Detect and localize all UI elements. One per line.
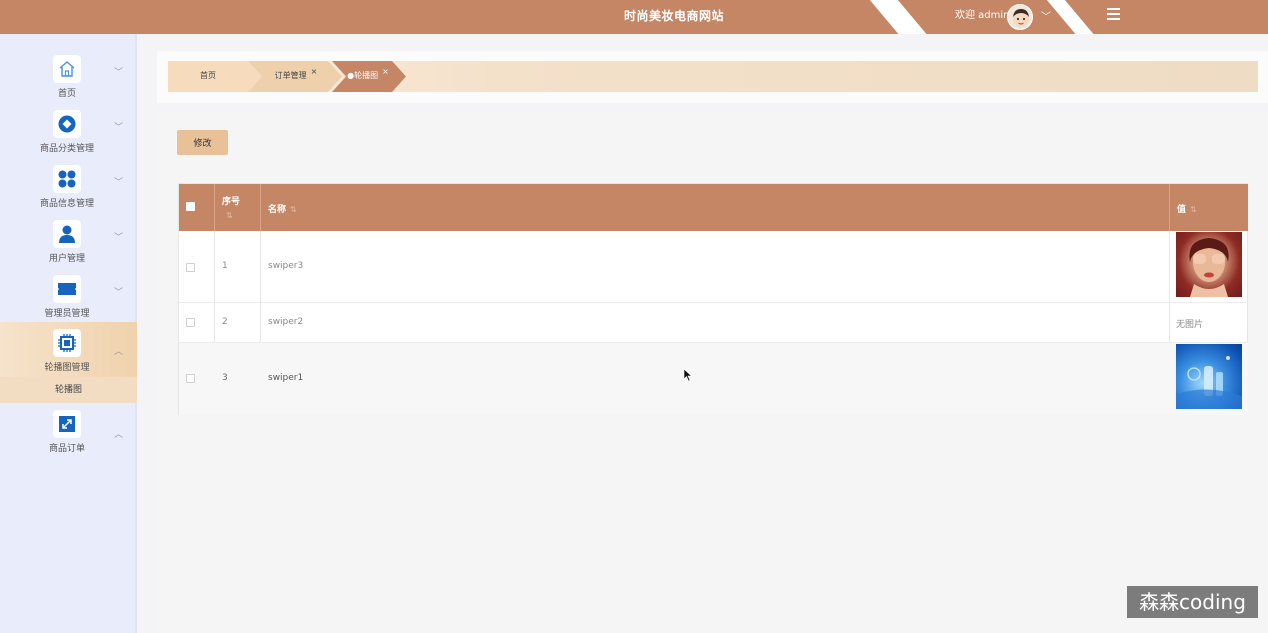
column-divider	[214, 184, 215, 231]
row-name: swiper1	[268, 373, 304, 383]
welcome-text: 欢迎 admin	[955, 10, 1010, 21]
sidebar-item-label: 商品分类管理	[39, 144, 94, 154]
tab-carousel[interactable]: ●轮播图 ×	[336, 61, 400, 92]
tab-home[interactable]: 首页	[185, 61, 231, 92]
table-row[interactable]: 2 swiper2 无图片	[179, 303, 1248, 343]
mouse-cursor-icon	[683, 368, 693, 382]
table-row[interactable]: 1 swiper3	[179, 231, 1248, 303]
chip-icon	[53, 329, 81, 357]
sidebar-subitem-carousel[interactable]: 轮播图	[0, 377, 137, 403]
row-checkbox[interactable]	[186, 374, 195, 383]
row-value-text: 无图片	[1176, 320, 1204, 330]
column-header-label: 序号	[222, 197, 241, 207]
admin-icon	[53, 275, 81, 303]
chevron-down-icon: ﹀	[114, 122, 124, 132]
avatar[interactable]	[1007, 4, 1033, 30]
row-image-thumbnail[interactable]	[1176, 232, 1242, 297]
chevron-down-icon: ﹀	[114, 67, 124, 77]
tab-label: 订单管理	[274, 71, 307, 80]
close-icon[interactable]: ×	[382, 67, 389, 76]
sidebar-item-label: 管理员管理	[44, 309, 90, 319]
chevron-up-icon: ︿	[114, 346, 124, 356]
category-icon	[53, 110, 81, 138]
sidebar-item-label: 轮播图管理	[44, 363, 90, 373]
select-all-checkbox[interactable]	[186, 202, 195, 211]
top-header: 时尚美妆电商网站 欢迎 admin ﹀	[0, 0, 1268, 34]
order-icon	[53, 410, 81, 438]
row-checkbox[interactable]	[186, 263, 195, 272]
sidebar-item-users[interactable]: 用户管理 ﹀	[0, 215, 137, 270]
home-icon	[53, 55, 81, 83]
sidebar-item-home[interactable]: 首页 ﹀	[0, 50, 137, 105]
user-icon	[53, 220, 81, 248]
chevron-down-icon: ﹀	[114, 287, 124, 297]
sidebar-item-label: 商品订单	[48, 444, 85, 454]
user-dropdown-chevron-icon[interactable]: ﹀	[1041, 8, 1051, 23]
tab-orders[interactable]: 订单管理 ×	[262, 61, 330, 92]
sidebar-item-label: 用户管理	[48, 254, 85, 264]
header-stripe-decoration	[866, 0, 932, 34]
close-icon[interactable]: ×	[311, 67, 318, 76]
sidebar-item-carousel[interactable]: 轮播图管理 ︿	[0, 322, 137, 377]
edit-button[interactable]: 修改	[177, 130, 228, 155]
row-name: swiper3	[268, 261, 304, 271]
sidebar: 首页 ﹀ 商品分类管理 ﹀ 商品信息管理 ﹀ 用户管理 ﹀ 管理员管理 ﹀ 轮播…	[0, 34, 137, 633]
column-header-index[interactable]: 序号 ⇅	[222, 194, 240, 224]
sidebar-item-orders[interactable]: 商品订单 ︿	[0, 405, 137, 460]
column-divider	[260, 184, 261, 231]
sidebar-item-category[interactable]: 商品分类管理 ﹀	[0, 105, 137, 160]
sidebar-item-admins[interactable]: 管理员管理 ﹀	[0, 270, 137, 325]
tab-label: ●轮播图	[347, 71, 379, 80]
sidebar-item-label: 首页	[57, 89, 76, 99]
column-header-name[interactable]: 名称 ⇅	[268, 202, 297, 216]
site-title: 时尚美妆电商网站	[623, 9, 724, 23]
row-image-thumbnail[interactable]	[1176, 344, 1242, 409]
column-header-label: 值	[1177, 205, 1187, 215]
sort-icon[interactable]: ⇅	[226, 211, 240, 220]
sort-icon[interactable]: ⇅	[1190, 205, 1197, 214]
chevron-up-icon: ︿	[114, 429, 124, 439]
header-stripe-decoration	[1043, 0, 1099, 34]
menu-toggle-icon[interactable]	[1107, 8, 1120, 20]
column-divider	[1169, 184, 1170, 231]
column-header-value[interactable]: 值 ⇅	[1177, 202, 1197, 216]
data-table: 序号 ⇅ 名称 ⇅ 值 ⇅ 1 swiper3 2 swiper2 无图片 3 sw…	[178, 183, 1248, 415]
sidebar-item-product-info[interactable]: 商品信息管理 ﹀	[0, 160, 137, 215]
row-name: swiper2	[268, 317, 304, 327]
row-checkbox[interactable]	[186, 318, 195, 327]
table-row[interactable]: 3 swiper1	[179, 343, 1248, 415]
tab-label: 首页	[200, 71, 216, 80]
column-header-label: 名称	[268, 205, 287, 215]
sidebar-item-label: 商品信息管理	[39, 199, 94, 209]
chevron-down-icon: ﹀	[114, 232, 124, 242]
grid-icon	[53, 165, 81, 193]
row-index: 3	[222, 373, 228, 383]
watermark: 森森coding	[1127, 586, 1258, 618]
sort-icon[interactable]: ⇅	[290, 205, 297, 214]
row-index: 1	[222, 261, 228, 271]
table-header: 序号 ⇅ 名称 ⇅ 值 ⇅	[179, 184, 1248, 231]
row-index: 2	[222, 317, 228, 327]
chevron-down-icon: ﹀	[114, 177, 124, 187]
